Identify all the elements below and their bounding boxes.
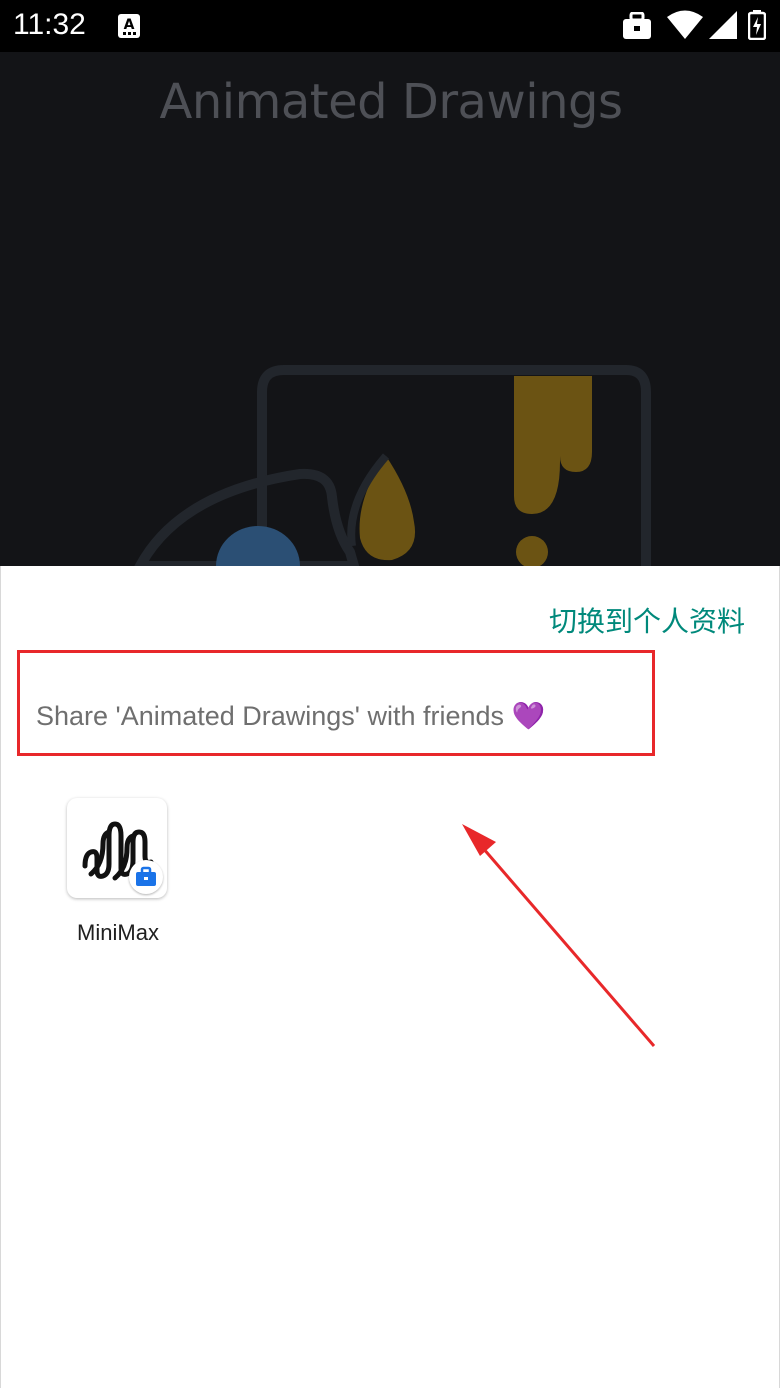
share-target-label: MiniMax [77,920,159,945]
switch-profile-button[interactable]: 切换到个人资料 [549,600,745,640]
work-briefcase-icon [129,860,163,894]
background-app: Animated Drawings [0,52,780,566]
wifi-icon [667,10,703,39]
work-icon [623,12,651,39]
status-time: 11:32 [13,8,86,41]
battery-icon [748,10,766,40]
share-title: Share 'Animated Drawings' with friends 💜 [36,700,545,732]
svg-text:A: A [124,17,135,33]
minimax-logo-icon[interactable] [67,798,167,898]
share-target-minimax[interactable]: MiniMax [51,798,185,958]
share-title-text: Share 'Animated Drawings' with friends [36,701,505,731]
annotation-arrow [462,824,656,1047]
purple-heart-icon: 💜 [511,701,546,731]
signal-icon [709,11,737,39]
drawing-illustration [134,365,651,566]
a-icon: A [118,14,140,38]
status-bar: 11:32 A [0,0,780,52]
